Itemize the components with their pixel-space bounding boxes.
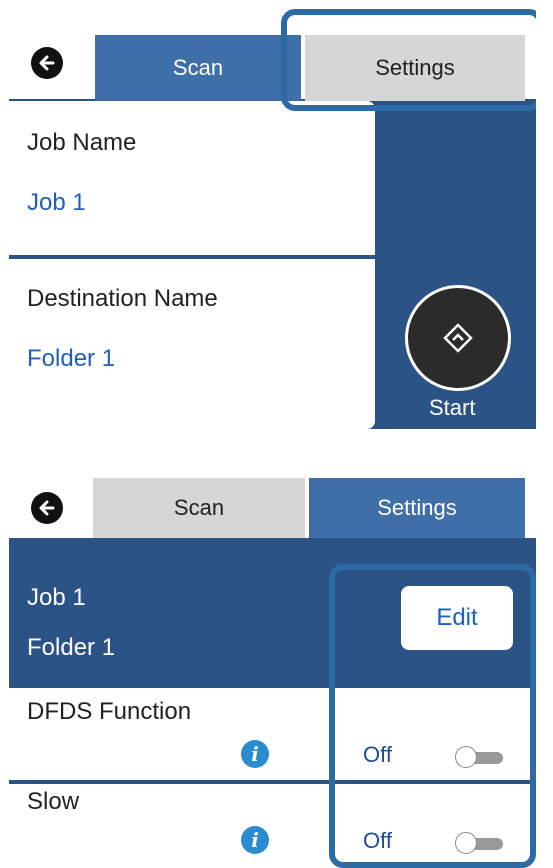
tab-settings[interactable]: Settings — [309, 478, 525, 538]
tab-scan-label: Scan — [173, 495, 225, 520]
back-arrow-icon — [39, 500, 55, 516]
job-details-card: Job Name Job 1 Destination Name Folder 1 — [9, 101, 375, 429]
scan-screen: Scan Settings Job Name Job 1 Destination… — [9, 9, 536, 429]
start-button[interactable] — [405, 285, 511, 391]
destination-name-value[interactable]: Folder 1 — [27, 345, 115, 373]
info-glyph: i — [251, 828, 259, 852]
right-column-highlight — [329, 564, 536, 868]
summary-job: Job 1 — [27, 584, 86, 611]
summary-folder: Folder 1 — [27, 634, 116, 661]
tab-scan[interactable]: Scan — [93, 478, 305, 538]
tab-scan[interactable]: Scan — [95, 35, 301, 101]
back-arrow-icon — [39, 55, 55, 71]
divider — [9, 255, 375, 259]
tab-settings-label: Settings — [377, 495, 457, 520]
info-glyph: i — [251, 742, 259, 766]
settings-screen: Scan Settings Job 1 Folder 1 Edit DFDS F… — [9, 474, 536, 868]
tab-scan-label: Scan — [172, 55, 224, 80]
job-name-label: Job Name — [27, 129, 137, 156]
slow-label: Slow — [27, 788, 80, 815]
info-icon[interactable]: i — [241, 740, 269, 768]
scan-start-icon — [443, 323, 473, 353]
destination-name-label: Destination Name — [27, 285, 218, 312]
info-icon[interactable]: i — [241, 826, 269, 854]
job-name-value[interactable]: Job 1 — [27, 189, 86, 217]
dfds-label: DFDS Function — [27, 698, 192, 725]
back-button[interactable] — [31, 492, 63, 524]
settings-tab-highlight — [281, 9, 536, 111]
back-button[interactable] — [31, 47, 63, 79]
start-label: Start — [429, 395, 476, 420]
